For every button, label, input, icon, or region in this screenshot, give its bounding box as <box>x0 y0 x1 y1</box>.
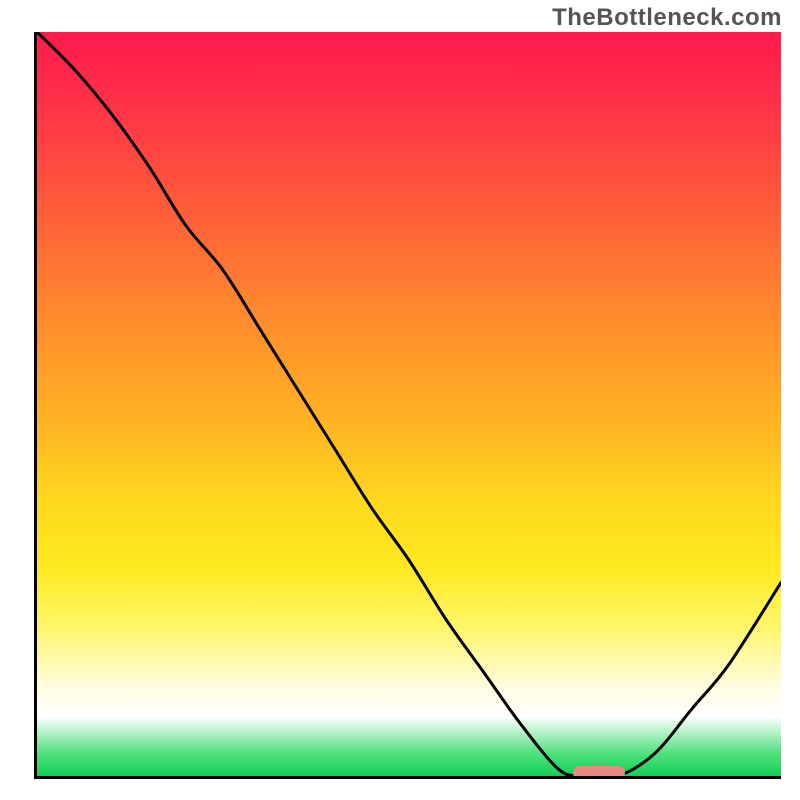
optimal-marker <box>573 766 625 779</box>
curve-line <box>37 32 781 776</box>
chart-container: TheBottleneck.com <box>0 0 800 800</box>
plot-area <box>34 32 781 779</box>
watermark-text: TheBottleneck.com <box>552 4 782 32</box>
